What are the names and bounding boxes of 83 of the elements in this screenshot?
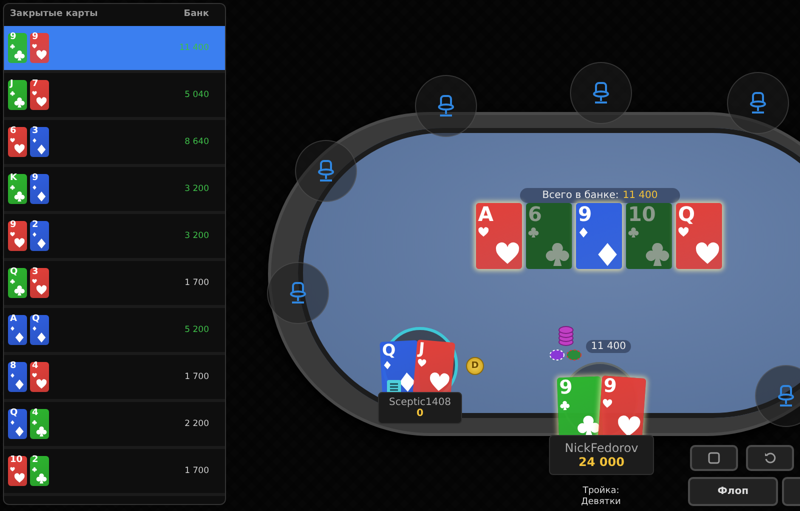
pot-value: 11 400: [179, 43, 209, 53]
card-rank: Q: [678, 203, 696, 225]
pot-value: 1 700: [184, 372, 209, 382]
heart-icon: [478, 226, 489, 238]
pot-amount: 11 400: [622, 190, 658, 201]
card-rank: 3: [32, 268, 38, 278]
pot-value: 5 200: [184, 325, 209, 335]
heart-icon: [416, 358, 427, 369]
card-rank: 6: [528, 203, 542, 225]
chair-icon: [437, 95, 455, 117]
card-rank: 9: [10, 221, 16, 231]
pot-value: 3 200: [184, 231, 209, 241]
pot-value: 2 200: [184, 419, 209, 429]
card-rank: A: [10, 315, 17, 325]
card-rank: Q: [382, 341, 396, 360]
hand-rank-text: Тройка: Девятки: [580, 486, 622, 508]
card-rank: 3: [32, 127, 38, 137]
hand-row[interactable]: K 9 3 200: [4, 167, 225, 214]
street-button[interactable]: Флоп: [688, 477, 778, 506]
card-rank: 9: [558, 377, 573, 399]
pot-value: 5 040: [184, 90, 209, 100]
player-stack: 24 000: [578, 455, 624, 469]
chair-icon: [317, 160, 335, 182]
heart-icon: [602, 398, 613, 410]
card-rank: 2: [32, 456, 38, 466]
club-icon: [645, 242, 670, 267]
pot-value: 1 700: [184, 466, 209, 476]
club-icon: [628, 226, 639, 238]
pot-value: 8 640: [184, 137, 209, 147]
player-name: NickFedorov: [564, 441, 638, 455]
hand-row[interactable]: A Q 5 200: [4, 308, 225, 355]
empty-seat[interactable]: [755, 365, 800, 427]
card-rank: 10: [10, 456, 23, 466]
club-icon: [545, 242, 570, 267]
diamond-icon: [382, 360, 392, 370]
undo-icon: [764, 452, 776, 464]
chair-icon: [749, 92, 767, 114]
card-rank: J: [418, 340, 426, 358]
card-rank: 6: [10, 127, 16, 137]
player-name: Sceptic1408: [389, 397, 451, 408]
card-rank: 9: [10, 33, 16, 43]
column-header: Закрытые карты: [10, 9, 98, 21]
card-rank: 9: [32, 174, 38, 184]
card-rank: 2: [32, 221, 38, 231]
card-rank: 9: [578, 203, 592, 225]
player-stack: 0: [416, 408, 424, 419]
empty-seat[interactable]: [295, 140, 357, 202]
card-rank: J: [10, 80, 14, 90]
card-rank: 9: [602, 376, 618, 398]
replay-button[interactable]: [746, 445, 794, 471]
club-icon: [560, 400, 570, 411]
stop-button[interactable]: [690, 445, 738, 471]
hand-row[interactable]: J 7 5 040: [4, 73, 225, 120]
chair-icon: [289, 282, 307, 304]
column-header: Банк: [184, 9, 209, 21]
card-rank: 9: [32, 33, 38, 43]
chair-icon: [592, 82, 610, 104]
card-rank: 4: [32, 362, 38, 372]
card-rank: 4: [32, 409, 38, 419]
hand-row[interactable]: 9 9 11 400: [4, 26, 225, 73]
diamond-icon: [578, 226, 589, 238]
chair-icon: [777, 385, 795, 407]
bet-amount: 11 400: [586, 340, 631, 353]
club-icon: [528, 226, 539, 238]
hand-row[interactable]: 10 2 1 700: [4, 449, 225, 496]
card-rank: Q: [10, 268, 18, 278]
card-rank: 7: [32, 80, 38, 90]
card-rank: Q: [32, 315, 40, 325]
square-icon: [708, 452, 720, 464]
card-rank: K: [10, 174, 17, 184]
hand-row[interactable]: 9 2 3 200: [4, 214, 225, 261]
heart-icon: [678, 226, 689, 238]
hand-row[interactable]: 8 4 1 700: [4, 355, 225, 402]
hand-row[interactable]: 6 3 8 640: [4, 120, 225, 167]
pot-value: 3 200: [184, 184, 209, 194]
pot-value: 1 700: [184, 278, 209, 288]
card-rank: 8: [10, 362, 16, 372]
card-rank: 10: [628, 203, 656, 225]
card-rank: A: [478, 203, 494, 225]
hand-row[interactable]: Q 3 1 700: [4, 261, 225, 308]
hand-row[interactable]: Q 4 2 200: [4, 402, 225, 449]
card-rank: Q: [10, 409, 18, 419]
pot-caption: Всего в банке:: [542, 190, 619, 201]
